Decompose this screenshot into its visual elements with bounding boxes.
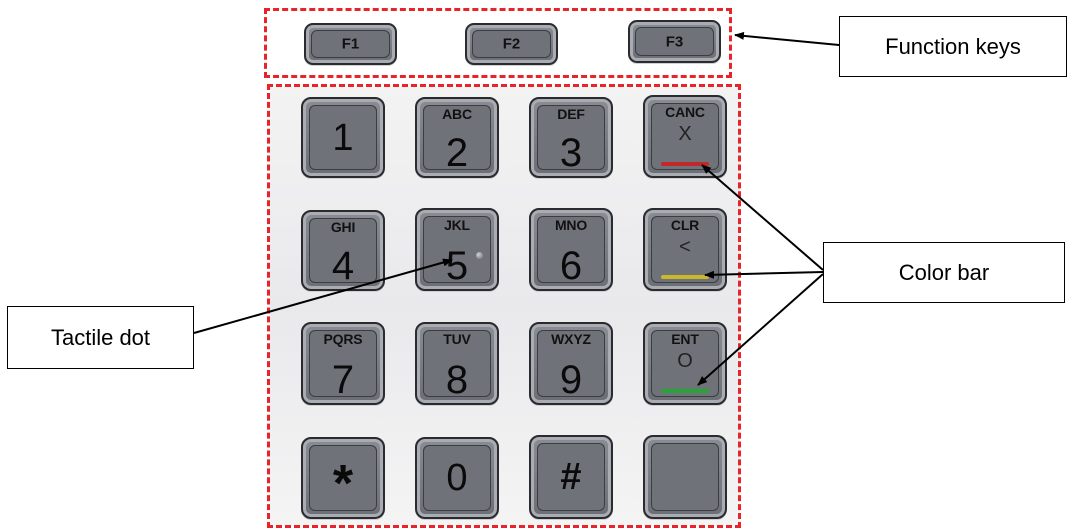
arrow-color-bar-enter <box>697 273 824 386</box>
arrow-color-bar-clear <box>704 270 824 279</box>
leader-arrows <box>193 31 840 386</box>
arrow-function-keys <box>734 31 840 46</box>
arrow-tactile-dot <box>193 258 453 334</box>
arrow-color-bar-cancel <box>701 164 824 271</box>
